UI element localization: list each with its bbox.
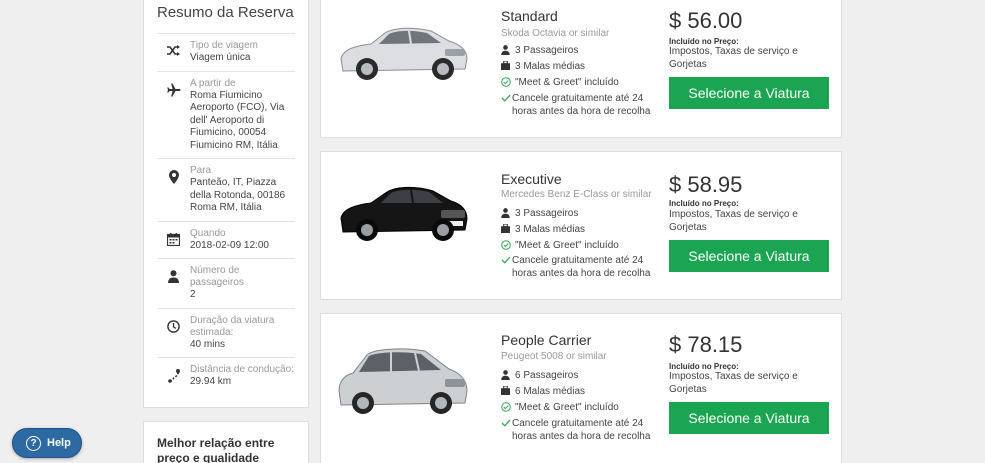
feature-passengers: 3 Passageiros bbox=[501, 208, 578, 221]
check-circle-icon bbox=[501, 402, 514, 412]
price: $ 58.95 bbox=[669, 172, 743, 197]
meet-greet-text: "Meet & Greet" incluído bbox=[515, 77, 619, 88]
included-text: Impostos, Taxas de serviço e Gorjetas bbox=[669, 371, 798, 395]
vehicle-card-people-carrier: People Carrier Peugeot 5008 or similar 6… bbox=[320, 313, 842, 463]
car-name: Standard bbox=[501, 8, 558, 24]
suitcase-icon bbox=[501, 224, 514, 233]
from-value: Roma Fiumicino Aeroporto (FCO), Via dell… bbox=[190, 89, 285, 151]
best-value-panel: Melhor relação entre preço e qualidade bbox=[143, 421, 309, 463]
check-circle-icon bbox=[501, 240, 514, 250]
summary-row-to: Para Panteão, IT, Piazza della Rotonda, … bbox=[157, 158, 295, 221]
passengers-text: 6 Passageiros bbox=[515, 370, 579, 381]
route-icon bbox=[157, 364, 190, 389]
included-text: Impostos, Taxas de serviço e Gorjetas bbox=[669, 209, 798, 233]
summary-row-duration: Duração da viatura estimada: 40 mins bbox=[157, 307, 295, 358]
clock-icon bbox=[157, 315, 190, 352]
car-model: Skoda Octavia or similar bbox=[501, 28, 610, 39]
check-icon bbox=[501, 418, 511, 428]
car-model: Peugeot 5008 or similar bbox=[501, 351, 607, 362]
feature-luggage: 3 Malas médias bbox=[501, 61, 585, 74]
summary-row-when: Quando 2018-02-09 12:00 bbox=[157, 220, 295, 259]
feature-meet-greet: "Meet & Greet" incluído bbox=[501, 77, 619, 90]
price: $ 78.15 bbox=[669, 332, 743, 357]
car-image-people-carrier bbox=[338, 348, 468, 414]
feature-meet-greet: "Meet & Greet" incluído bbox=[501, 402, 619, 415]
cancel-text: Cancele gratuitamente até 24 horas antes… bbox=[512, 93, 651, 117]
vehicle-card-standard: Standard Skoda Octavia or similar 3 Pass… bbox=[320, 0, 842, 138]
person-icon bbox=[157, 265, 190, 302]
meet-greet-text: "Meet & Greet" incluído bbox=[515, 240, 619, 251]
summary-row-passengers: Número de passageiros 2 bbox=[157, 258, 295, 308]
feature-passengers: 3 Passageiros bbox=[501, 45, 578, 58]
help-label: Help bbox=[47, 437, 71, 449]
summary-row-from: A partir de Roma Fiumicino Aeroporto (FC… bbox=[157, 70, 295, 159]
distance-label: Distância de condução: bbox=[190, 364, 294, 375]
car-model: Mercedes Benz E-Class or similar bbox=[501, 189, 652, 200]
included-label: Incluído no Preço: bbox=[669, 37, 739, 46]
to-value: Panteão, IT, Piazza della Rotonda, 00186… bbox=[190, 177, 286, 213]
price: $ 56.00 bbox=[669, 8, 743, 33]
help-button[interactable]: ? Help bbox=[12, 428, 82, 458]
passengers-text: 3 Passageiros bbox=[515, 208, 579, 219]
passengers-label: Número de passageiros bbox=[190, 265, 244, 288]
feature-cancel: Cancele gratuitamente até 24 horas antes… bbox=[501, 418, 661, 443]
car-image-standard bbox=[340, 27, 468, 80]
luggage-text: 3 Malas médias bbox=[515, 61, 586, 72]
included-text: Impostos, Taxas de serviço e Gorjetas bbox=[669, 46, 798, 70]
car-name: People Carrier bbox=[501, 332, 592, 348]
passengers-text: 3 Passageiros bbox=[515, 45, 579, 56]
duration-value: 40 mins bbox=[190, 338, 226, 350]
vehicle-card-executive: Executive Mercedes Benz E-Class or simil… bbox=[320, 151, 842, 300]
check-icon bbox=[501, 93, 511, 103]
trip-type-value: Viagem única bbox=[190, 52, 251, 63]
feature-passengers: 6 Passageiros bbox=[501, 370, 578, 383]
shuffle-icon bbox=[157, 40, 190, 65]
car-image-executive bbox=[340, 186, 468, 241]
check-circle-icon bbox=[501, 77, 514, 87]
person-icon bbox=[501, 208, 514, 218]
to-label: Para bbox=[190, 165, 212, 176]
feature-luggage: 6 Malas médias bbox=[501, 386, 585, 399]
summary-title: Resumo da Reserva bbox=[157, 4, 294, 21]
map-pin-icon bbox=[157, 165, 190, 215]
suitcase-icon bbox=[501, 61, 514, 70]
distance-value: 29.94 km bbox=[190, 376, 232, 387]
when-value: 2018-02-09 12:00 bbox=[190, 239, 269, 251]
check-icon bbox=[501, 255, 511, 265]
feature-luggage: 3 Malas médias bbox=[501, 224, 585, 237]
cancel-text: Cancele gratuitamente até 24 horas antes… bbox=[512, 418, 651, 442]
summary-row-distance: Distância de condução: 29.94 km bbox=[157, 357, 295, 395]
passengers-value: 2 bbox=[190, 289, 196, 300]
select-vehicle-button[interactable]: Selecione a Viatura bbox=[669, 402, 829, 434]
feature-cancel: Cancele gratuitamente até 24 horas antes… bbox=[501, 255, 661, 280]
cancel-text: Cancele gratuitamente até 24 horas antes… bbox=[512, 255, 651, 279]
from-label: A partir de bbox=[190, 77, 236, 89]
person-icon bbox=[501, 370, 514, 380]
included-label: Incluído no Preço: bbox=[669, 362, 739, 371]
question-icon: ? bbox=[26, 435, 41, 451]
meet-greet-text: "Meet & Greet" incluído bbox=[515, 402, 619, 413]
trip-type-label: Tipo de viagem bbox=[190, 40, 258, 51]
luggage-text: 6 Malas médias bbox=[515, 386, 586, 397]
suitcase-icon bbox=[501, 386, 514, 395]
when-label: Quando bbox=[190, 227, 226, 239]
best-value-title: Melhor relação entre preço e qualidade bbox=[157, 436, 275, 463]
select-vehicle-button[interactable]: Selecione a Viatura bbox=[669, 240, 829, 272]
booking-summary-panel: Resumo da Reserva Tipo de viagem Viagem … bbox=[143, 0, 309, 408]
summary-row-trip-type: Tipo de viagem Viagem única bbox=[157, 33, 295, 71]
select-vehicle-button[interactable]: Selecione a Viatura bbox=[669, 77, 829, 109]
person-icon bbox=[501, 45, 514, 55]
airplane-icon bbox=[157, 78, 190, 153]
car-name: Executive bbox=[501, 171, 562, 187]
luggage-text: 3 Malas médias bbox=[515, 224, 586, 235]
feature-meet-greet: "Meet & Greet" incluído bbox=[501, 240, 619, 253]
included-label: Incluído no Preço: bbox=[669, 199, 739, 208]
duration-label: Duração da viatura estimada: bbox=[190, 314, 275, 338]
feature-cancel: Cancele gratuitamente até 24 horas antes… bbox=[501, 93, 661, 118]
calendar-icon bbox=[157, 228, 190, 253]
